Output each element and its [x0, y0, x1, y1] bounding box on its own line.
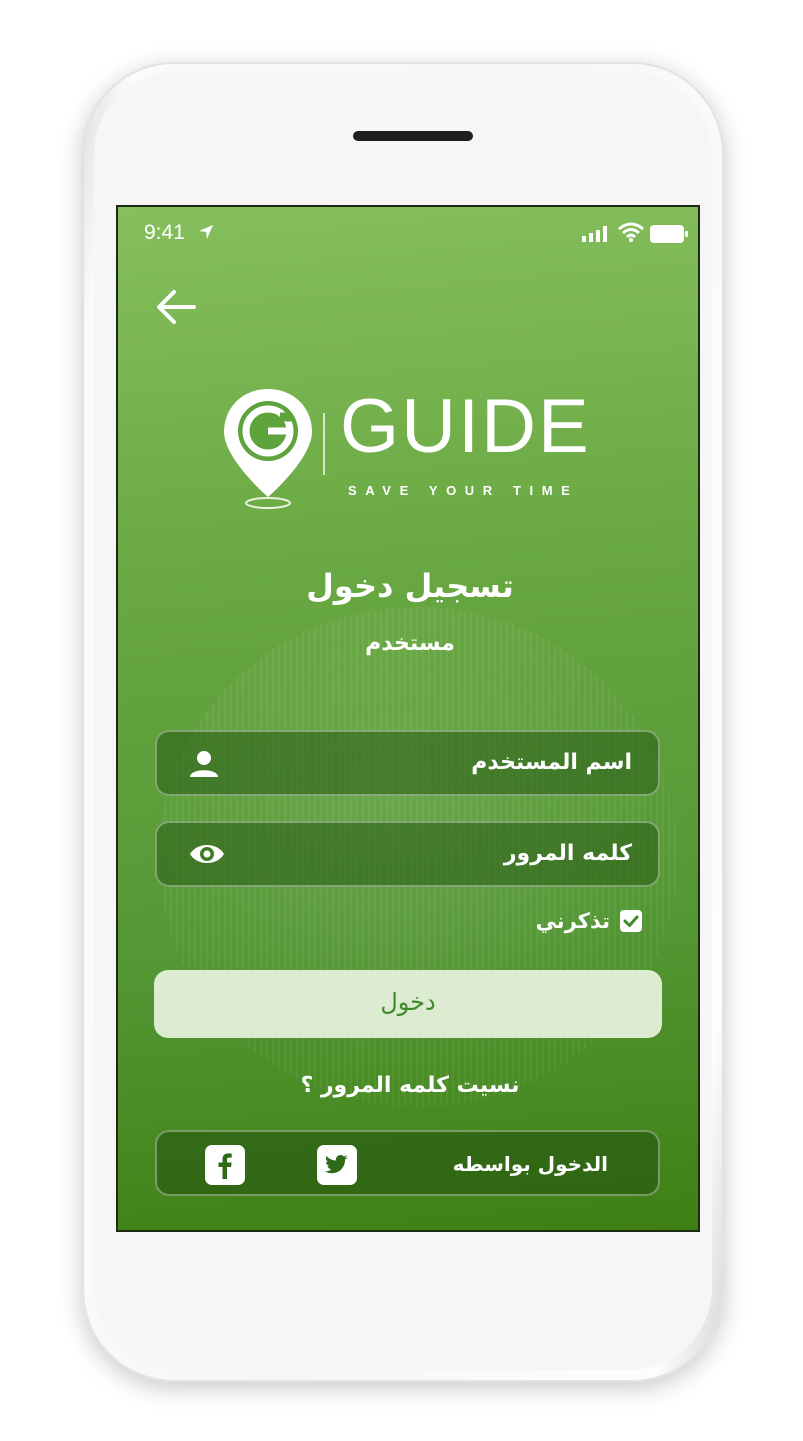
facebook-login-button[interactable]	[205, 1145, 245, 1185]
twitter-icon	[325, 1155, 349, 1174]
logo-divider	[323, 413, 325, 475]
forgot-password-link[interactable]: نسيت كلمه المرور ؟	[118, 1073, 698, 1098]
page-subtitle: مستخدم	[365, 631, 455, 656]
social-login-bar: الدخول بواسطه	[155, 1130, 660, 1196]
social-login-label: الدخول بواسطه	[452, 1152, 608, 1176]
status-time: 9:41	[144, 221, 185, 244]
username-label: اسم المستخدم	[471, 750, 632, 775]
user-icon	[190, 751, 218, 777]
eye-icon[interactable]	[189, 841, 225, 867]
signal-icon	[582, 226, 607, 242]
location-arrow-icon	[199, 225, 213, 239]
phone-speaker	[353, 131, 473, 141]
page-title: تسجيل دخول	[306, 567, 514, 605]
login-button[interactable]: دخول	[154, 970, 662, 1038]
password-field[interactable]: كلمه المرور	[155, 821, 660, 887]
password-label: كلمه المرور	[503, 841, 632, 866]
facebook-icon	[218, 1153, 232, 1179]
guide-pin-logo	[224, 389, 312, 509]
logo-tagline: SAVE YOUR TIME	[348, 483, 579, 498]
checkbox-icon[interactable]	[620, 910, 642, 932]
login-button-label: دخول	[380, 988, 436, 1016]
back-arrow-icon[interactable]	[154, 287, 198, 327]
logo-wordmark: GUIDE	[340, 384, 591, 469]
remember-me-checkbox[interactable]: تذكرني	[512, 907, 642, 937]
twitter-login-button[interactable]	[317, 1145, 357, 1185]
battery-icon	[650, 225, 688, 243]
username-field[interactable]: اسم المستخدم	[155, 730, 660, 796]
wifi-icon	[618, 222, 644, 242]
app-screen: 9:41 GUIDE SAVE YOUR TIME تسجيل دخول مست…	[116, 205, 700, 1232]
remember-me-label: تذكرني	[535, 909, 610, 933]
